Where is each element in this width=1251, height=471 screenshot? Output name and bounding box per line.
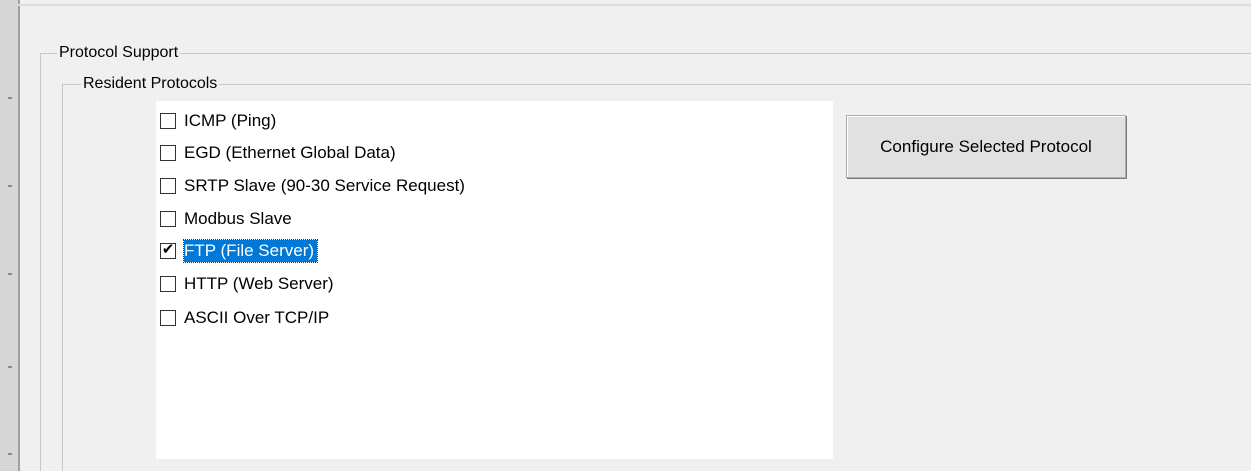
check-icon	[161, 110, 175, 124]
top-divider	[18, 4, 1251, 6]
check-icon	[161, 273, 175, 287]
list-item-label: ASCII Over TCP/IP	[184, 308, 330, 327]
frame-tick	[8, 273, 12, 275]
list-item[interactable]: ICMP (Ping)	[160, 109, 279, 133]
check-icon: ✔	[161, 240, 175, 258]
checkbox[interactable]	[160, 145, 176, 161]
resident-protocols-label: Resident Protocols	[81, 74, 220, 94]
list-item[interactable]: EGD (Ethernet Global Data)	[160, 141, 399, 165]
checkbox[interactable]	[160, 310, 176, 326]
list-item[interactable]: HTTP (Web Server)	[160, 272, 337, 296]
checkbox[interactable]	[160, 211, 176, 227]
list-item[interactable]: Modbus Slave	[160, 207, 295, 231]
check-icon	[161, 208, 175, 222]
frame-tick	[8, 453, 12, 455]
left-frame-edge	[18, 0, 20, 471]
frame-tick	[8, 185, 12, 187]
check-icon	[161, 175, 175, 189]
list-item[interactable]: SRTP Slave (90-30 Service Request)	[160, 174, 468, 198]
dialog-window: Protocol Support Resident Protocols ICMP…	[0, 0, 1251, 471]
protocol-checklist[interactable]: ICMP (Ping) EGD (Ethernet Global Data) S…	[156, 101, 833, 459]
frame-tick	[8, 366, 12, 368]
list-item[interactable]: ASCII Over TCP/IP	[160, 306, 332, 330]
check-icon	[161, 142, 175, 156]
frame-tick	[8, 97, 12, 99]
list-item-label: Modbus Slave	[184, 209, 292, 228]
list-item-label: EGD (Ethernet Global Data)	[184, 143, 396, 162]
checkbox[interactable]	[160, 178, 176, 194]
checkbox[interactable]	[160, 276, 176, 292]
checkbox[interactable]	[160, 113, 176, 129]
list-item-label: HTTP (Web Server)	[184, 274, 334, 293]
configure-selected-protocol-button[interactable]: Configure Selected Protocol	[846, 115, 1126, 178]
list-item-label: SRTP Slave (90-30 Service Request)	[184, 176, 465, 195]
check-icon	[161, 307, 175, 321]
protocol-support-label: Protocol Support	[57, 43, 181, 63]
left-frame-strip	[0, 0, 18, 471]
checkbox[interactable]: ✔	[160, 240, 176, 259]
list-item-label: FTP (File Server)	[182, 239, 319, 263]
list-item[interactable]: ✔ FTP (File Server)	[160, 239, 319, 263]
list-item-label: ICMP (Ping)	[184, 111, 277, 130]
